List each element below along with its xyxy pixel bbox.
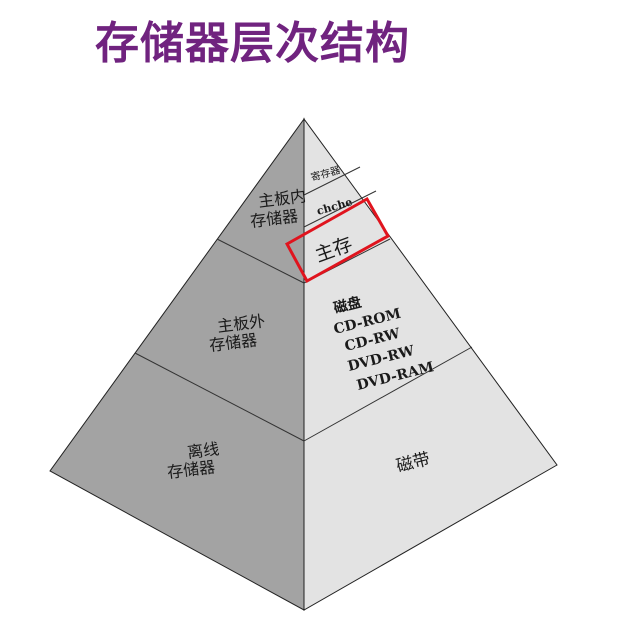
memory-hierarchy-pyramid: 主板内 存储器 主板外 存储器 离线 存储器 寄存器 chche 主存 磁盘 C… xyxy=(49,117,558,611)
